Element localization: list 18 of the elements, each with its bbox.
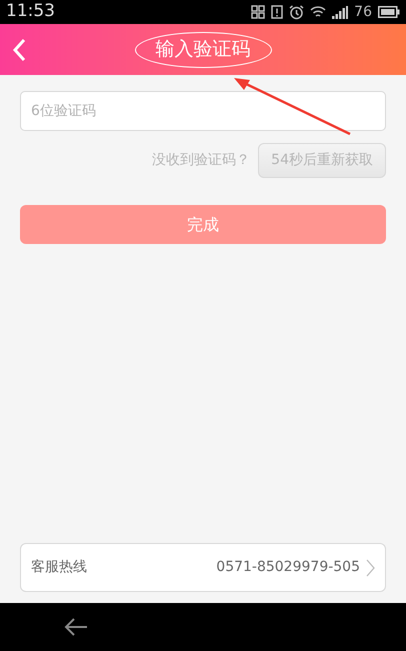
signal-icon bbox=[332, 6, 348, 18]
wifi-icon bbox=[310, 6, 326, 18]
grid-icon bbox=[251, 5, 266, 19]
back-button[interactable] bbox=[10, 37, 28, 63]
alarm-icon bbox=[289, 4, 304, 20]
battery-icon bbox=[378, 6, 400, 18]
hotline-row[interactable]: 客服热线 0571-85029979-505 bbox=[20, 543, 386, 592]
hotline-number: 0571-85029979-505 bbox=[216, 558, 360, 577]
hotline-label: 客服热线 bbox=[31, 558, 87, 577]
resend-prompt: 没收到验证码？ bbox=[152, 151, 250, 170]
done-button[interactable]: 完成 bbox=[20, 205, 386, 244]
status-time: 11:53 bbox=[6, 0, 55, 24]
battery-level: 76 bbox=[354, 2, 372, 22]
page-title: 输入验证码 bbox=[156, 37, 250, 62]
back-arrow-icon[interactable] bbox=[64, 617, 88, 637]
chevron-right-icon bbox=[366, 558, 375, 576]
code-input-field[interactable]: 6位验证码 bbox=[20, 91, 386, 131]
alert-icon bbox=[271, 5, 284, 19]
